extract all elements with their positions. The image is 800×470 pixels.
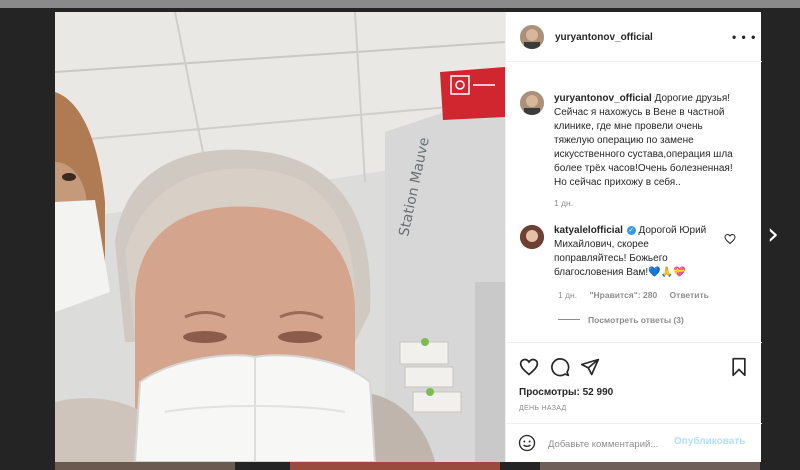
comment-timestamp[interactable]: 1 дн. — [558, 290, 577, 300]
comment-icon[interactable] — [550, 357, 570, 377]
views-label: Просмотры: — [519, 387, 580, 398]
video-frame: Station Mauve — [55, 12, 505, 462]
view-replies-label: Посмотреть ответы (3) — [588, 315, 684, 325]
emoji-icon[interactable] — [518, 434, 536, 452]
background-strip — [0, 0, 800, 8]
avatar[interactable] — [520, 225, 544, 249]
more-options-icon[interactable]: • • • — [732, 30, 756, 44]
comment-input[interactable] — [548, 436, 678, 452]
publish-button[interactable]: Опубликовать — [674, 436, 745, 447]
background-thumbnail — [55, 462, 235, 470]
post-caption: yuryantonov_official Дорогие друзья!Сейч… — [554, 92, 738, 190]
chevron-right-icon: › — [767, 217, 779, 252]
post-header: yuryantonov_official • • • — [506, 12, 762, 62]
comment-author[interactable]: katyalelofficial — [554, 225, 623, 236]
share-icon[interactable] — [580, 357, 600, 377]
background-thumbnail — [290, 462, 500, 470]
views-count[interactable]: Просмотры: 52 990 — [519, 387, 613, 398]
comment: katyalelofficial ✓ Дорогой Юрий Михайлов… — [554, 224, 724, 280]
caption-timestamp[interactable]: 1 дн. — [554, 198, 573, 208]
verified-badge-icon: ✓ — [626, 226, 636, 235]
view-replies-button[interactable]: Посмотреть ответы (3) — [558, 315, 684, 325]
comment-meta: 1 дн. "Нравится": 280 Ответить — [558, 290, 719, 300]
comment-like-icon[interactable] — [724, 233, 736, 245]
avatar[interactable] — [520, 25, 544, 49]
heart-icon[interactable] — [519, 357, 539, 377]
background-thumbnail — [540, 462, 760, 470]
comment-likes[interactable]: "Нравится": 280 — [589, 290, 657, 300]
post-author-username[interactable]: yuryantonov_official — [555, 32, 653, 43]
avatar[interactable] — [520, 91, 544, 115]
caption-author[interactable]: yuryantonov_official — [554, 93, 652, 104]
divider — [558, 319, 580, 320]
add-comment-form: Опубликовать — [506, 423, 762, 463]
reply-button[interactable]: Ответить — [670, 290, 709, 300]
views-number: 52 990 — [582, 387, 614, 398]
post-side-panel: yuryantonov_official • • • yuryantonov_o… — [505, 12, 762, 462]
post-actions: Просмотры: 52 990 ДЕНЬ НАЗАД Опубликоват… — [506, 342, 762, 462]
next-post-button[interactable]: › — [762, 220, 784, 250]
post-media[interactable]: Station Mauve — [55, 12, 505, 462]
post-date[interactable]: ДЕНЬ НАЗАД — [519, 405, 567, 412]
caption-text: Дорогие друзья!Сейчас я нахожусь в Вене … — [554, 93, 733, 188]
bookmark-icon[interactable] — [729, 357, 749, 377]
